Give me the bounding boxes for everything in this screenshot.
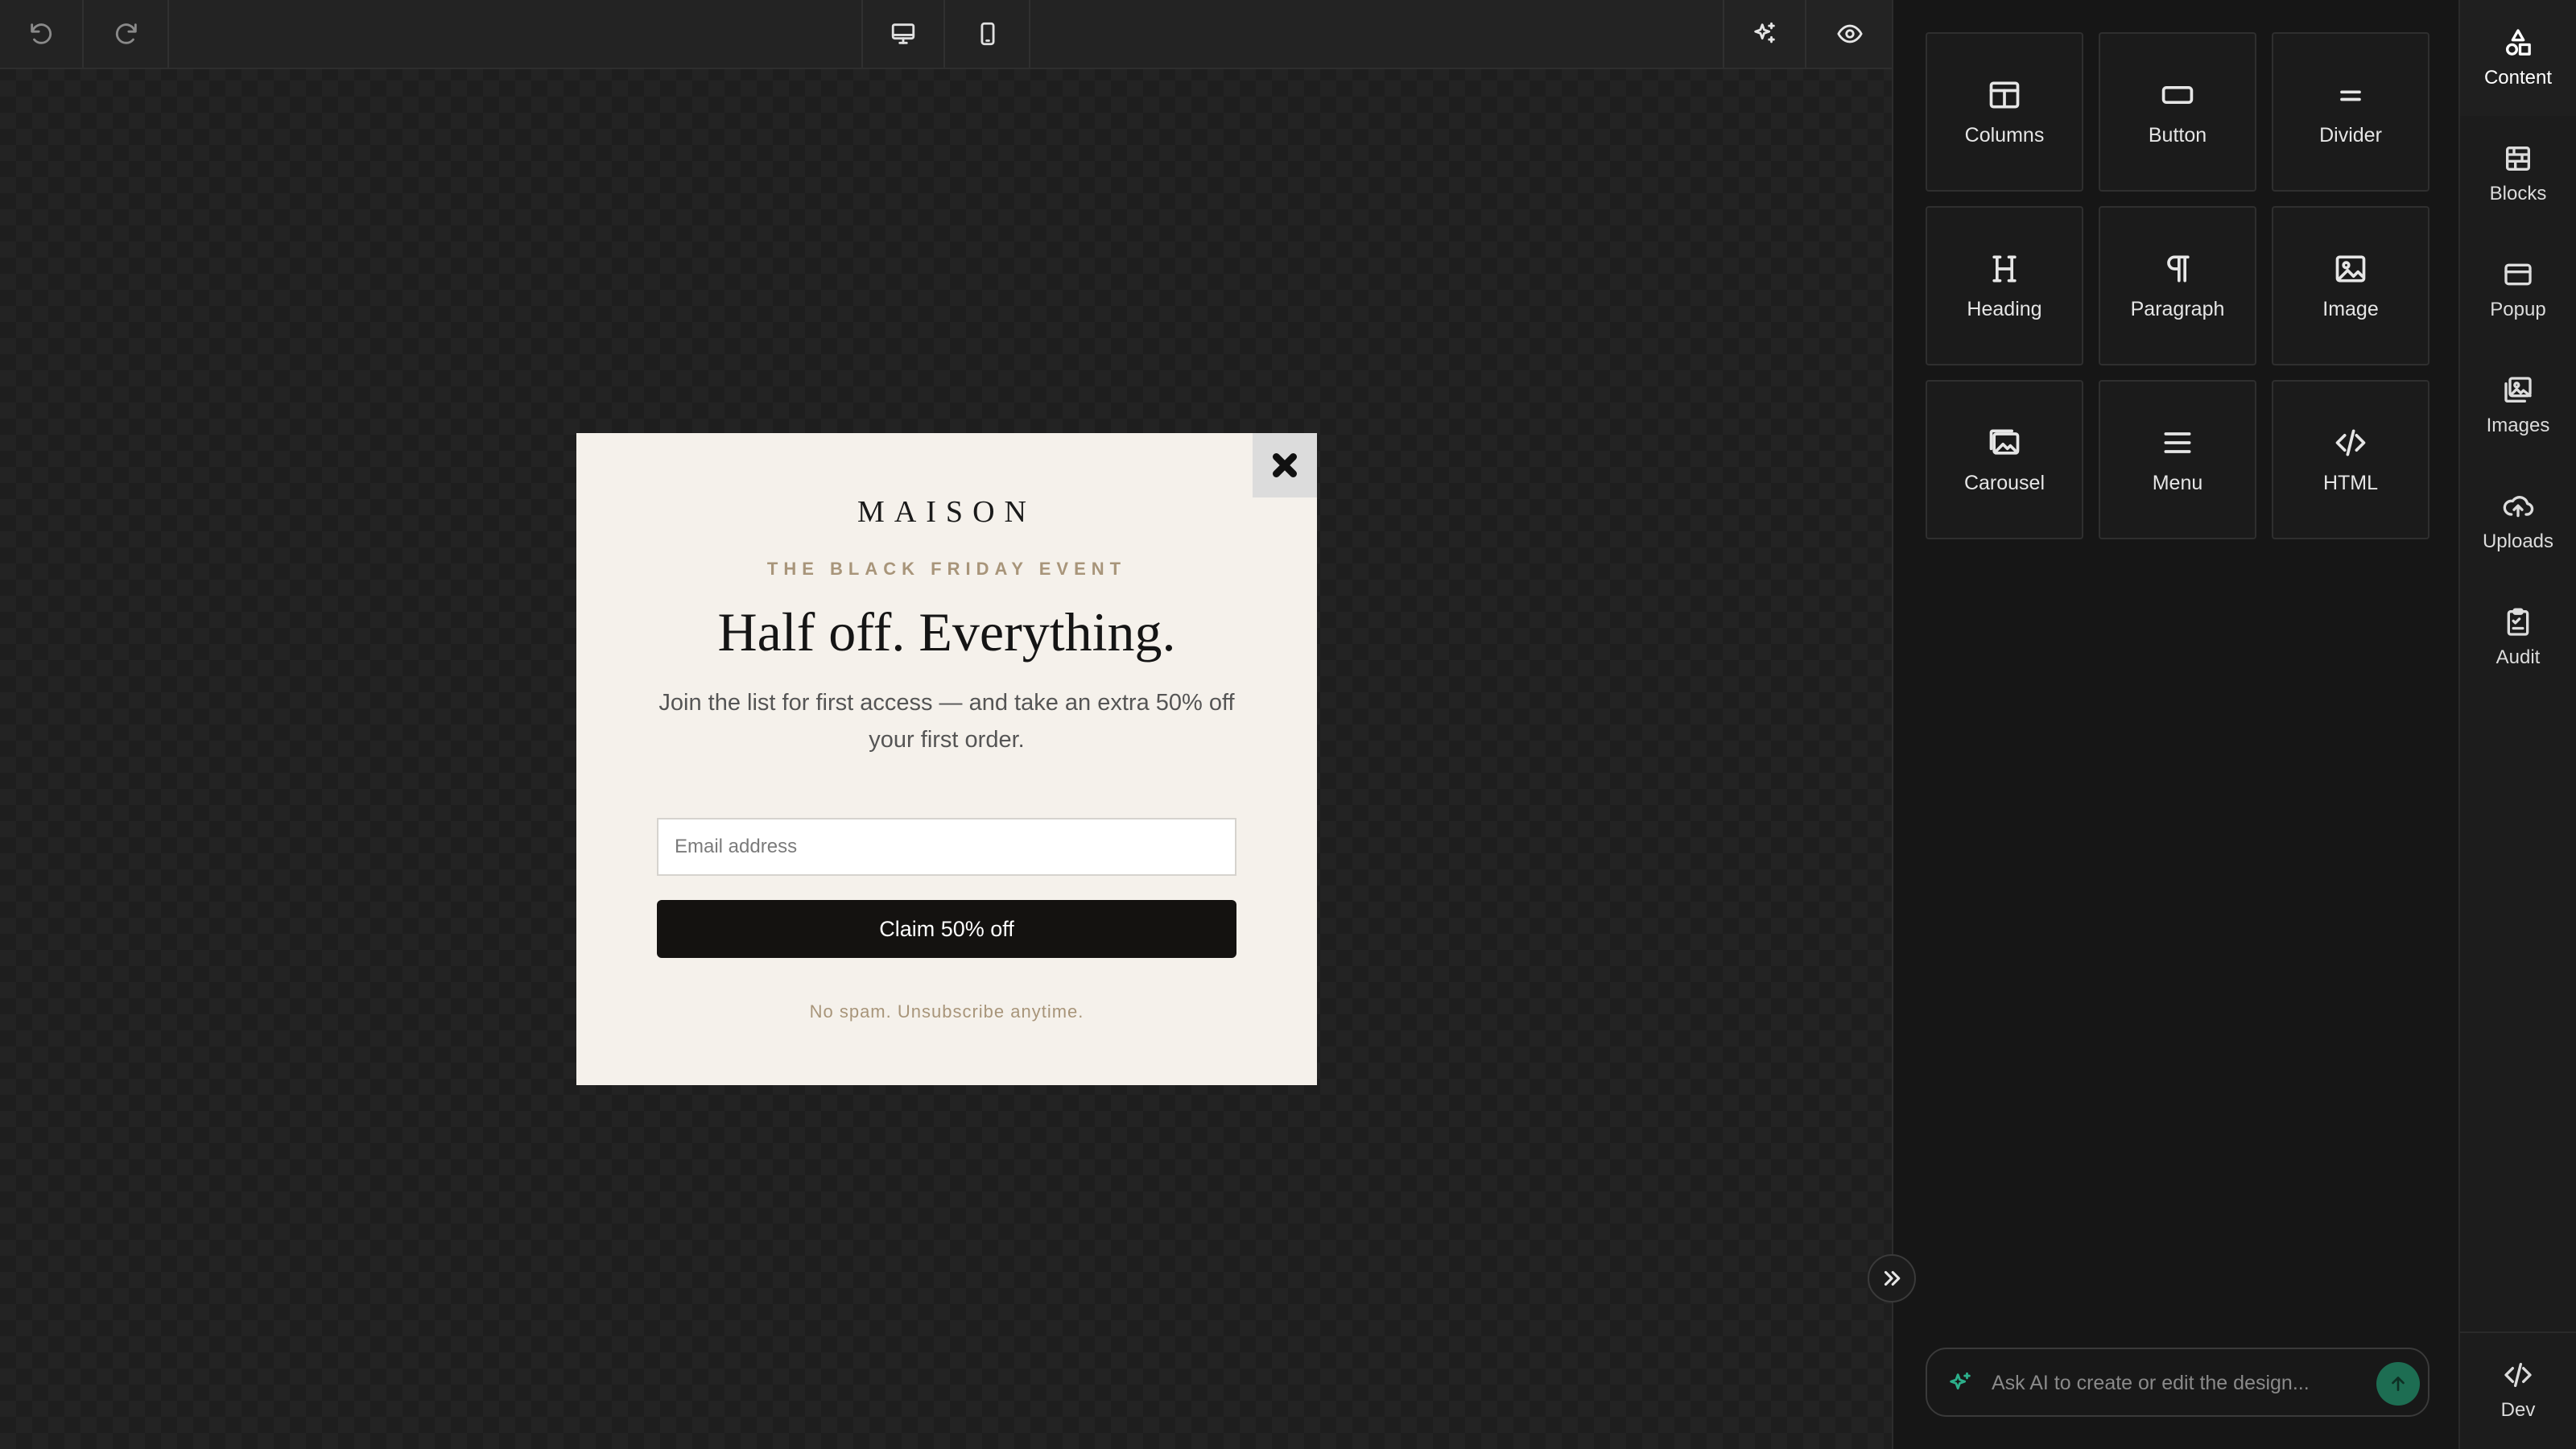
rail-item-blocks[interactable]: Blocks	[2460, 116, 2576, 232]
paragraph-icon	[2167, 255, 2190, 282]
ai-assist-button[interactable]	[1723, 0, 1806, 68]
monitor-icon	[891, 23, 915, 44]
ai-send-button[interactable]	[2376, 1362, 2420, 1406]
undo-button[interactable]	[0, 0, 84, 68]
tile-heading[interactable]: Heading	[1926, 206, 2083, 365]
popup-eyebrow: THE BLACK FRIDAY EVENT	[766, 559, 1127, 579]
rail-item-label: Uploads	[2482, 530, 2554, 552]
shapes-icon	[2506, 29, 2531, 56]
content-panel: Columns Button Divider Heading Paragraph…	[1892, 0, 2458, 1449]
tile-columns[interactable]: Columns	[1926, 32, 2083, 192]
popup-brand-logo: MAISON	[857, 495, 1036, 529]
clipboard-check-icon	[2507, 608, 2529, 636]
tile-label: Divider	[2319, 123, 2382, 147]
canvas-toolbar	[0, 0, 1892, 69]
redo-button[interactable]	[85, 0, 169, 68]
collapse-panel-button[interactable]	[1868, 1254, 1916, 1302]
heading-icon	[1992, 255, 2017, 282]
divider-icon	[2340, 90, 2361, 101]
tile-label: Heading	[1967, 297, 2042, 320]
chevrons-right-icon	[1884, 1270, 1901, 1286]
email-field[interactable]	[657, 818, 1236, 876]
rail-item-label: Blocks	[2489, 183, 2547, 204]
rail-item-label: Popup	[2490, 299, 2546, 320]
blocks-icon	[2506, 147, 2530, 171]
rail-item-label: Audit	[2496, 646, 2541, 668]
rail-item-uploads[interactable]: Uploads	[2460, 464, 2576, 580]
rail-item-label: Images	[2486, 415, 2550, 436]
rail-item-label: Content	[2483, 67, 2553, 89]
tile-label: HTML	[2322, 471, 2379, 494]
popup-body-text: Join the list for first access — and tak…	[658, 690, 1235, 753]
code-icon	[2335, 429, 2366, 456]
rail-item-popup[interactable]: Popup	[2460, 232, 2576, 348]
ai-prompt-bar	[1926, 1348, 2429, 1417]
tile-menu[interactable]: Menu	[2099, 380, 2256, 539]
undo-icon	[31, 23, 52, 44]
rail-item-label: Dev	[2500, 1399, 2536, 1421]
image-icon	[2335, 255, 2366, 282]
preview-button[interactable]	[1808, 0, 1892, 68]
tile-label: Columns	[1964, 123, 2045, 147]
tile-carousel[interactable]: Carousel	[1926, 380, 2083, 539]
mobile-view-button[interactable]	[947, 0, 1030, 68]
redo-icon	[115, 23, 137, 44]
sparkles-icon	[1754, 22, 1775, 43]
menu-icon	[2164, 431, 2191, 453]
tile-html[interactable]: HTML	[2272, 380, 2429, 539]
side-rail: Content Blocks Popup Images Uploads Audi…	[2458, 0, 2576, 1449]
rail-item-content[interactable]: Content	[2460, 0, 2576, 116]
claim-offer-button[interactable]: Claim 50% off	[657, 900, 1236, 958]
tile-label: Carousel	[1963, 471, 2046, 494]
tile-button[interactable]: Button	[2099, 32, 2256, 192]
code-icon	[2504, 1363, 2532, 1387]
tile-label: Menu	[2152, 471, 2203, 494]
upload-cloud-icon	[2503, 496, 2534, 518]
smartphone-icon	[980, 22, 995, 46]
desktop-view-button[interactable]	[861, 0, 945, 68]
tile-label: Image	[2322, 297, 2379, 320]
eye-icon	[1837, 24, 1863, 43]
images-icon	[2504, 377, 2532, 402]
tile-paragraph[interactable]: Paragraph	[2099, 206, 2256, 365]
popup-preview[interactable]: MAISON THE BLACK FRIDAY EVENT Half off. …	[576, 433, 1317, 1085]
popup-icon	[2504, 263, 2532, 286]
carousel-icon	[1989, 429, 2020, 455]
rail-item-audit[interactable]: Audit	[2460, 580, 2576, 696]
close-icon	[1273, 453, 1297, 477]
arrow-up-icon	[2392, 1377, 2405, 1391]
tile-image[interactable]: Image	[2272, 206, 2429, 365]
tile-label: Button	[2148, 123, 2207, 147]
rail-item-dev[interactable]: Dev	[2460, 1331, 2576, 1447]
popup-headline: Half off. Everything.	[717, 601, 1176, 663]
popup-footnote: No spam. Unsubscribe anytime.	[809, 1001, 1084, 1022]
popup-close-button[interactable]	[1253, 433, 1317, 497]
button-icon	[2161, 85, 2194, 104]
tile-label: Paragraph	[2130, 297, 2225, 320]
tile-divider[interactable]: Divider	[2272, 32, 2429, 192]
ai-prompt-input[interactable]	[1992, 1362, 2354, 1404]
sparkles-icon	[1946, 1370, 1974, 1397]
columns-icon	[1989, 81, 2020, 108]
rail-item-images[interactable]: Images	[2460, 348, 2576, 464]
design-canvas[interactable]: MAISON THE BLACK FRIDAY EVENT Half off. …	[0, 0, 1892, 1449]
